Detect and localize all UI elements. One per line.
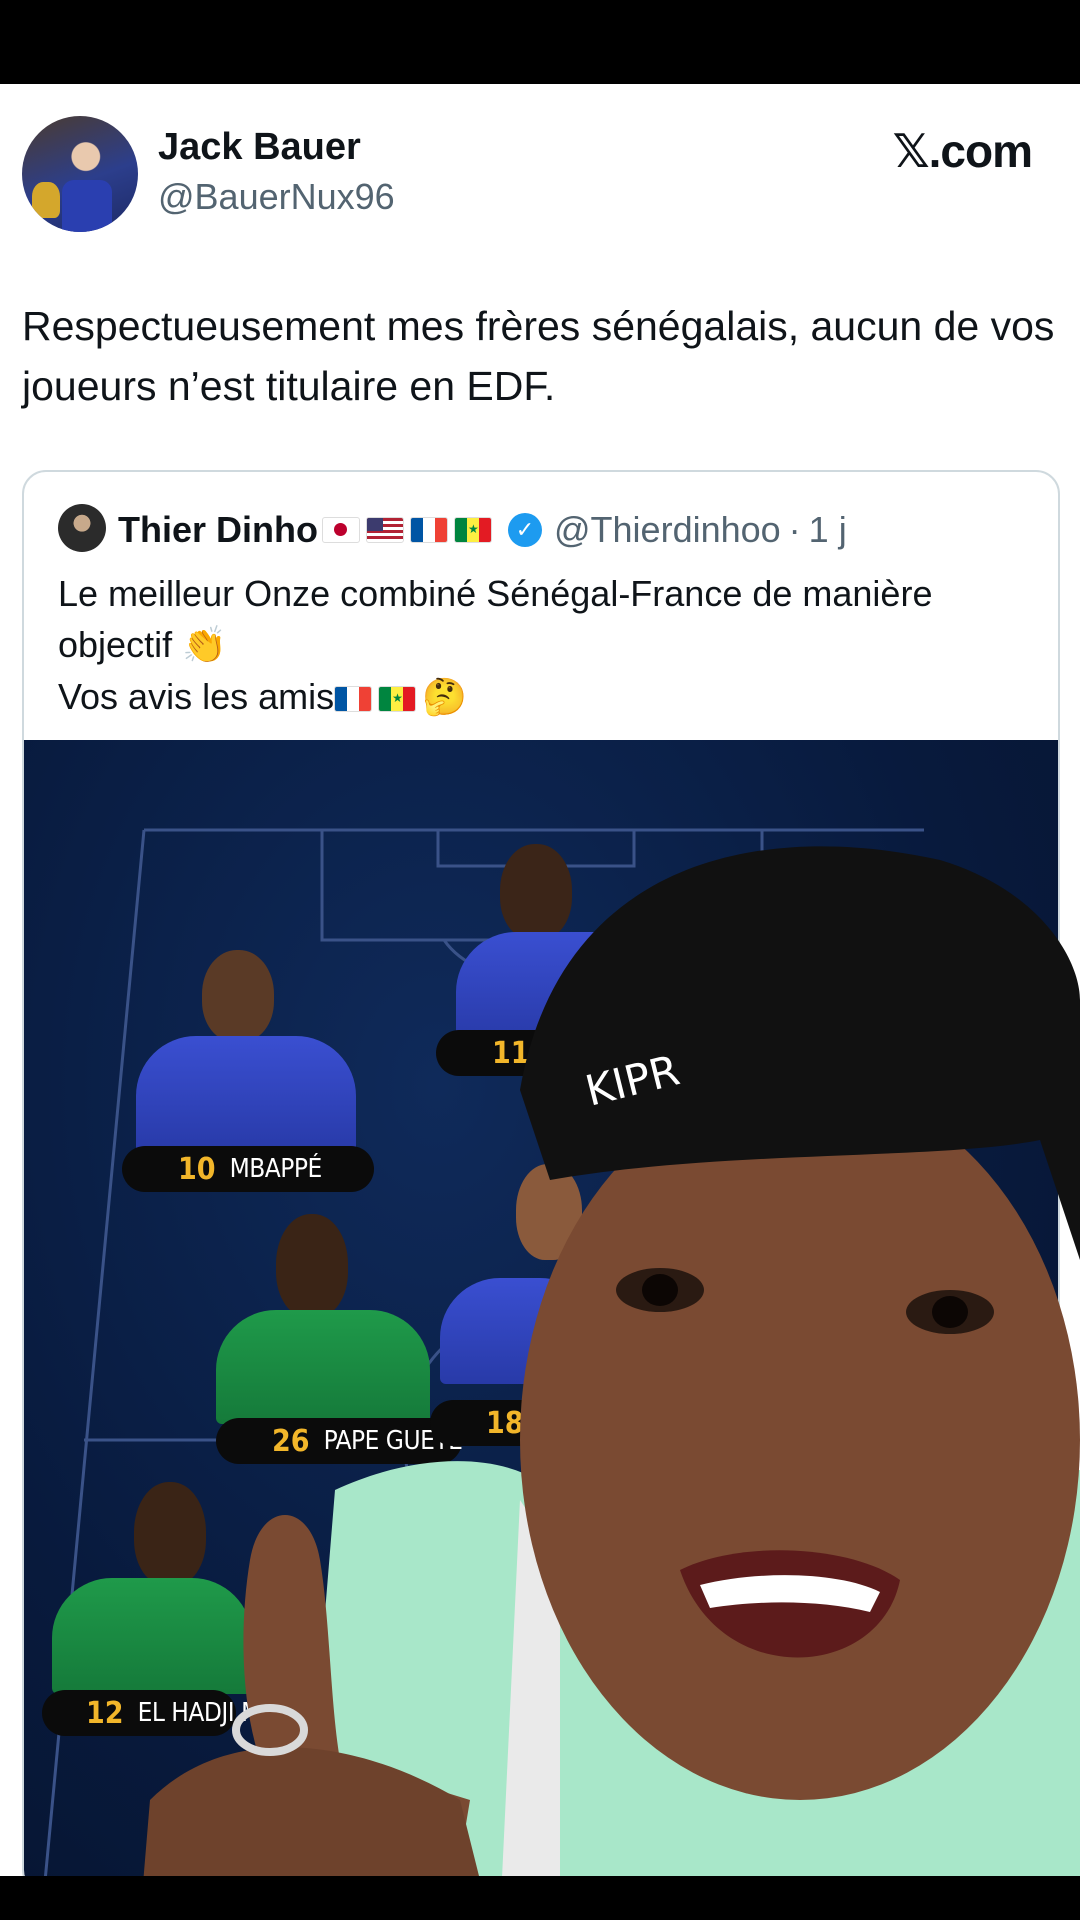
- quoted-text-line-2: objectif 👏: [58, 619, 1038, 671]
- quoted-author-avatar[interactable]: [58, 504, 106, 552]
- japan-flag-icon: [322, 517, 360, 543]
- inline-flags: [334, 686, 422, 713]
- quoted-post-header: Thier Dinho ✓ @Thierdinhoo · 1 j: [118, 506, 847, 554]
- quoted-author-name[interactable]: Thier Dinho: [118, 509, 318, 551]
- player-number: 18: [486, 1405, 524, 1441]
- senegal-flag-icon: [454, 517, 492, 543]
- trophy-icon: [32, 182, 60, 218]
- verified-badge-icon: ✓: [508, 513, 542, 547]
- author-avatar[interactable]: [22, 116, 138, 232]
- author-name[interactable]: Jack Bauer: [158, 126, 361, 169]
- quoted-post-text: Le meilleur Onze combiné Sénégal-France …: [58, 568, 1038, 723]
- quoted-text-line-1: Le meilleur Onze combiné Sénégal-France …: [58, 573, 933, 614]
- lineup-image[interactable]: 10 MBAPPÉ 11 DEMI 26 PAPE GUEYE 18 CHE 1…: [24, 740, 1058, 1892]
- name-plate: 11 DEMI: [436, 1030, 622, 1076]
- player-name: EL HADJI MA: [137, 1698, 277, 1728]
- player-card-mbappe: 10 MBAPPÉ: [122, 950, 382, 1210]
- senegal-flag-icon: [378, 686, 417, 713]
- brand-suffix: .com: [928, 125, 1033, 177]
- player-head: [202, 950, 274, 1042]
- x-logo-icon: 𝕏: [892, 124, 930, 178]
- france-flag-icon: [334, 686, 373, 713]
- player-number: 26: [272, 1423, 310, 1459]
- player-head: [500, 844, 572, 940]
- name-plate: 10 MBAPPÉ: [122, 1146, 374, 1192]
- player-name: DEMI: [543, 1038, 602, 1068]
- x-dot-com-brand: 𝕏.com: [892, 124, 1033, 178]
- player-head: [134, 1482, 206, 1586]
- quoted-text-objectif: objectif: [58, 624, 173, 665]
- player-card-cherki: 18 CHE: [420, 1164, 620, 1446]
- quoted-author-handle[interactable]: @Thierdinhoo: [554, 509, 781, 551]
- player-name: MBAPPÉ: [229, 1154, 323, 1184]
- player-shirt: [456, 932, 656, 1044]
- player-card-el-hadji: 12 EL HADJI MA: [42, 1482, 282, 1742]
- quoted-post-time[interactable]: 1 j: [809, 509, 847, 551]
- post-text: Respectueusement mes frères sénégalais, …: [22, 303, 1055, 409]
- name-plate: 12 EL HADJI MA: [42, 1690, 277, 1736]
- player-number: 11: [492, 1035, 530, 1071]
- clapping-hands-icon: 👏: [182, 625, 227, 666]
- quoted-text-line-3: Vos avis les amis 🤔: [58, 671, 1038, 723]
- quoted-post-card[interactable]: Thier Dinho ✓ @Thierdinhoo · 1 j Le meil…: [22, 470, 1060, 1894]
- france-flag-icon: [410, 517, 448, 543]
- player-number: 10: [178, 1151, 216, 1187]
- player-shirt: [216, 1310, 430, 1424]
- usa-flag-icon: [366, 517, 404, 543]
- top-black-bar: [0, 0, 1080, 84]
- name-plate: 18 CHE: [430, 1400, 586, 1446]
- player-head: [516, 1164, 582, 1260]
- player-head-partial: [366, 1484, 446, 1564]
- player-shirt: [52, 1578, 252, 1694]
- separator-dot: ·: [788, 509, 801, 550]
- player-head: [276, 1214, 348, 1318]
- quoted-text-avis: Vos avis les amis: [58, 676, 335, 717]
- author-handle[interactable]: @BauerNux96: [158, 176, 395, 218]
- bottom-black-bar: [0, 1876, 1080, 1920]
- thinking-face-icon: 🤔: [422, 677, 467, 718]
- player-card-dembele: 11 DEMI: [416, 844, 676, 1104]
- player-shirt: [136, 1036, 356, 1154]
- jersey-icon: [62, 180, 112, 232]
- player-shirt: [440, 1278, 600, 1384]
- player-name: CHE: [537, 1408, 586, 1438]
- name-flags: [322, 517, 498, 543]
- player-number: 12: [86, 1695, 124, 1731]
- player-head: [366, 1484, 438, 1564]
